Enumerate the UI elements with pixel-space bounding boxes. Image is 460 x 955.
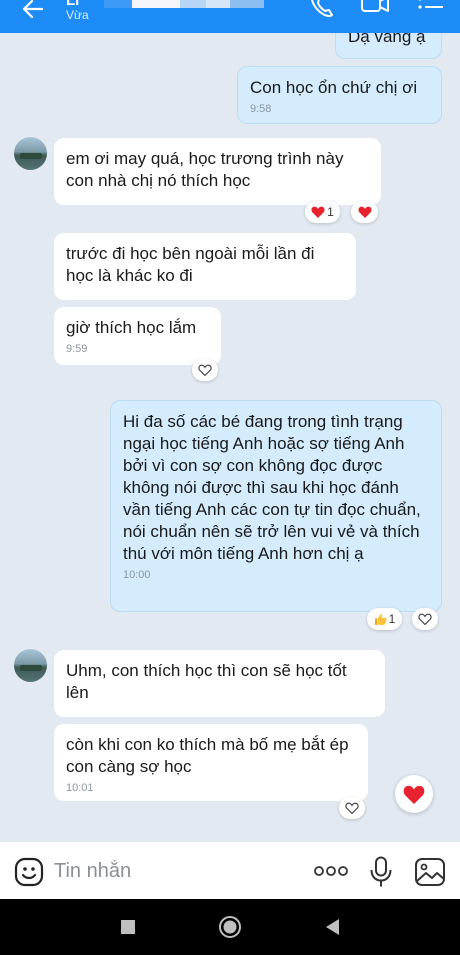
message-received[interactable]: trước đi học bên ngoài mỗi lần đi học là… [54,233,356,300]
message-received[interactable]: giờ thích học lắm 9:59 [54,307,221,365]
message-text: Con học ổn chứ chị ơi [250,78,418,97]
heart-icon [403,785,425,804]
reaction-summary[interactable]: 1 [305,201,340,223]
message-sent[interactable]: Hi đa số các bé đang trong tình trạng ng… [110,400,442,612]
system-nav-bar [0,899,460,955]
message-text: giờ thích học lắm [66,318,197,337]
message-list[interactable]: Dạ vâng ạ Con học ổn chứ chị ơi 9:58 em … [0,33,460,841]
thumbs-up-icon [374,613,387,625]
video-call-icon[interactable] [360,0,390,20]
reaction-count: 1 [388,612,396,626]
heart-outline-icon [345,802,359,814]
reaction-count: 1 [327,205,334,219]
menu-list-icon[interactable] [416,0,446,20]
image-icon[interactable] [414,857,446,887]
phone-icon[interactable] [306,0,336,20]
message-text: em ơi may quá, học trương trình này con … [66,149,344,190]
message-input[interactable] [54,858,294,884]
back-triangle-icon[interactable] [320,915,344,939]
message-received[interactable]: Uhm, con thích học thì con sẽ học tốt lê… [54,650,385,717]
react-button[interactable] [412,608,438,630]
message-sent[interactable]: Con học ổn chứ chị ơi 9:58 [237,66,442,124]
chat-header: Li Vừa [0,0,460,33]
contact-status: Vừa [66,8,89,22]
heart-outline-icon [418,613,432,625]
recent-apps-icon[interactable] [116,915,140,939]
message-composer [0,841,460,899]
message-received[interactable]: em ơi may quá, học trương trình này con … [54,138,381,205]
reaction-summary[interactable]: 1 [367,608,402,630]
more-dots-icon[interactable] [314,864,348,878]
react-button[interactable] [351,201,378,223]
react-button[interactable] [192,359,218,381]
heart-icon [357,206,372,218]
home-icon[interactable] [218,915,242,939]
message-time: 9:58 [250,103,272,115]
message-received[interactable]: còn khi con ko thích mà bố mẹ bắt ép con… [54,724,368,801]
heart-outline-icon [198,364,212,376]
avatar[interactable] [14,137,47,170]
back-arrow-icon[interactable] [20,0,46,22]
message-text: Uhm, con thích học thì con sẽ học tốt lê… [66,661,347,702]
emoji-icon[interactable] [14,857,44,887]
react-button[interactable] [339,797,365,819]
message-sent[interactable]: Dạ vâng ạ [335,33,442,59]
message-text: Hi đa số các bé đang trong tình trạng ng… [123,412,421,563]
avatar[interactable] [14,649,47,682]
redacted-area [104,0,264,8]
message-time: 10:00 [123,569,151,581]
message-text: còn khi con ko thích mà bố mẹ bắt ép con… [66,735,349,776]
message-time: 9:59 [66,343,88,355]
quick-heart-button[interactable] [395,775,433,813]
message-text: trước đi học bên ngoài mỗi lần đi học là… [66,244,315,285]
message-time: 10:01 [66,782,94,794]
microphone-icon[interactable] [369,856,393,888]
heart-icon [311,206,325,218]
message-text: Dạ vâng ạ [348,33,426,46]
